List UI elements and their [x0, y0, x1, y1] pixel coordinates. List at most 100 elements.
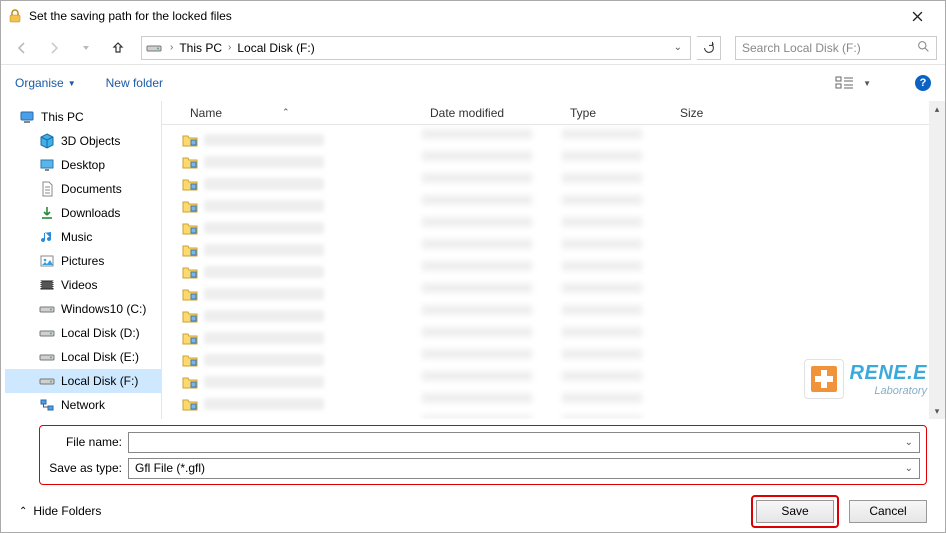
column-name[interactable]: Name⌃	[182, 106, 422, 120]
folder-icon	[182, 308, 198, 324]
column-date-modified[interactable]: Date modified	[422, 106, 562, 120]
tree-item-downloads[interactable]: Downloads	[5, 201, 161, 225]
recent-dropdown[interactable]	[73, 35, 99, 61]
pic-icon	[39, 253, 55, 269]
blurred-content	[204, 222, 324, 234]
up-button[interactable]	[105, 35, 131, 61]
back-button[interactable]	[9, 35, 35, 61]
doc-icon	[39, 181, 55, 197]
brand-subtext: Laboratory	[850, 385, 927, 397]
tree-this-pc[interactable]: This PC	[5, 105, 161, 129]
filename-input[interactable]: ⌄	[128, 432, 920, 453]
tree-item-local-disk-e-[interactable]: Local Disk (E:)	[5, 345, 161, 369]
folder-icon	[182, 352, 198, 368]
hide-folders-button[interactable]: ⌃ Hide Folders	[19, 504, 101, 518]
tree-item-local-disk-d-[interactable]: Local Disk (D:)	[5, 321, 161, 345]
breadcrumb-this-pc[interactable]: This PC	[177, 41, 224, 55]
scroll-down-icon[interactable]: ▾	[929, 403, 945, 419]
sort-asc-icon: ⌃	[282, 107, 290, 118]
tree-item-3d-objects[interactable]: 3D Objects	[5, 129, 161, 153]
blurred-content	[204, 266, 324, 278]
vertical-scrollbar[interactable]: ▴ ▾	[929, 101, 945, 419]
folder-icon	[182, 176, 198, 192]
help-button[interactable]: ?	[915, 75, 931, 91]
folder-icon	[182, 220, 198, 236]
chevron-right-icon: ›	[170, 42, 173, 53]
chevron-down-icon: ▼	[68, 79, 76, 88]
chevron-down-icon[interactable]: ⌄	[905, 437, 913, 448]
column-type[interactable]: Type	[562, 106, 672, 120]
folder-icon	[182, 242, 198, 258]
blurred-content	[204, 376, 324, 388]
net-icon	[39, 397, 55, 413]
folder-icon	[182, 154, 198, 170]
tree-item-music[interactable]: Music	[5, 225, 161, 249]
window-title: Set the saving path for the locked files	[29, 9, 895, 23]
folder-icon	[182, 396, 198, 412]
column-size[interactable]: Size	[672, 106, 752, 120]
blurred-content	[204, 354, 324, 366]
watermark-logo: RENE.E Laboratory	[804, 359, 927, 399]
save-button-highlight: Save	[751, 495, 839, 528]
blurred-content	[204, 244, 324, 256]
vid-icon	[39, 277, 55, 293]
navigation-tree: This PC 3D ObjectsDesktopDocumentsDownlo…	[1, 101, 161, 419]
save-fields-highlight: File name: ⌄ Save as type: Gfl File (*.g…	[39, 425, 927, 485]
tree-item-pictures[interactable]: Pictures	[5, 249, 161, 273]
drive-icon	[146, 40, 162, 56]
blurred-content	[204, 398, 324, 410]
filename-label: File name:	[46, 435, 122, 449]
chevron-up-icon: ⌃	[19, 506, 27, 517]
cancel-button[interactable]: Cancel	[849, 500, 927, 523]
music-icon	[39, 229, 55, 245]
search-icon	[917, 40, 930, 56]
medical-cross-icon	[804, 359, 844, 399]
tree-item-videos[interactable]: Videos	[5, 273, 161, 297]
pc-icon	[19, 109, 35, 125]
folder-icon	[182, 374, 198, 390]
search-placeholder: Search Local Disk (F:)	[742, 41, 917, 55]
column-headers: Name⌃ Date modified Type Size	[162, 101, 945, 125]
desktop-icon	[39, 157, 55, 173]
address-history-dropdown[interactable]: ⌄	[670, 42, 686, 53]
tree-item-documents[interactable]: Documents	[5, 177, 161, 201]
breadcrumb-local-disk-f[interactable]: Local Disk (F:)	[235, 41, 316, 55]
folder-icon	[182, 286, 198, 302]
search-input[interactable]: Search Local Disk (F:)	[735, 36, 937, 60]
folder-icon	[182, 330, 198, 346]
down-icon	[39, 205, 55, 221]
saveastype-label: Save as type:	[46, 461, 122, 475]
refresh-button[interactable]	[697, 36, 721, 60]
save-button[interactable]: Save	[756, 500, 834, 523]
tree-item-windows10-c-[interactable]: Windows10 (C:)	[5, 297, 161, 321]
tree-item-desktop[interactable]: Desktop	[5, 153, 161, 177]
cube-icon	[39, 133, 55, 149]
tree-item-network[interactable]: Network	[5, 393, 161, 417]
drive-icon	[39, 301, 55, 317]
blurred-content	[204, 156, 324, 168]
saveastype-select[interactable]: Gfl File (*.gfl) ⌄	[128, 458, 920, 479]
blurred-content	[204, 178, 324, 190]
organise-button[interactable]: Organise ▼	[15, 76, 76, 90]
drive-icon	[39, 373, 55, 389]
chevron-down-icon[interactable]: ⌄	[905, 463, 913, 474]
drive-icon	[39, 349, 55, 365]
toolbar: Organise ▼ New folder ▼ ?	[1, 65, 945, 101]
bottom-bar: ⌃ Hide Folders Save Cancel	[1, 489, 945, 533]
blurred-content	[204, 332, 324, 344]
folder-icon	[182, 132, 198, 148]
title-bar: Set the saving path for the locked files	[1, 1, 945, 31]
blurred-content	[422, 129, 532, 419]
address-bar[interactable]: › This PC › Local Disk (F:) ⌄	[141, 36, 691, 60]
blurred-content	[562, 129, 642, 419]
close-button[interactable]	[895, 2, 939, 30]
folder-icon	[182, 264, 198, 280]
chevron-down-icon: ▼	[863, 79, 871, 88]
nav-bar: › This PC › Local Disk (F:) ⌄ Search Loc…	[1, 31, 945, 65]
forward-button[interactable]	[41, 35, 67, 61]
new-folder-button[interactable]: New folder	[106, 76, 163, 90]
app-lock-icon	[7, 8, 23, 24]
tree-item-local-disk-f-[interactable]: Local Disk (F:)	[5, 369, 161, 393]
scroll-up-icon[interactable]: ▴	[929, 101, 945, 117]
view-options-button[interactable]: ▼	[835, 75, 871, 91]
